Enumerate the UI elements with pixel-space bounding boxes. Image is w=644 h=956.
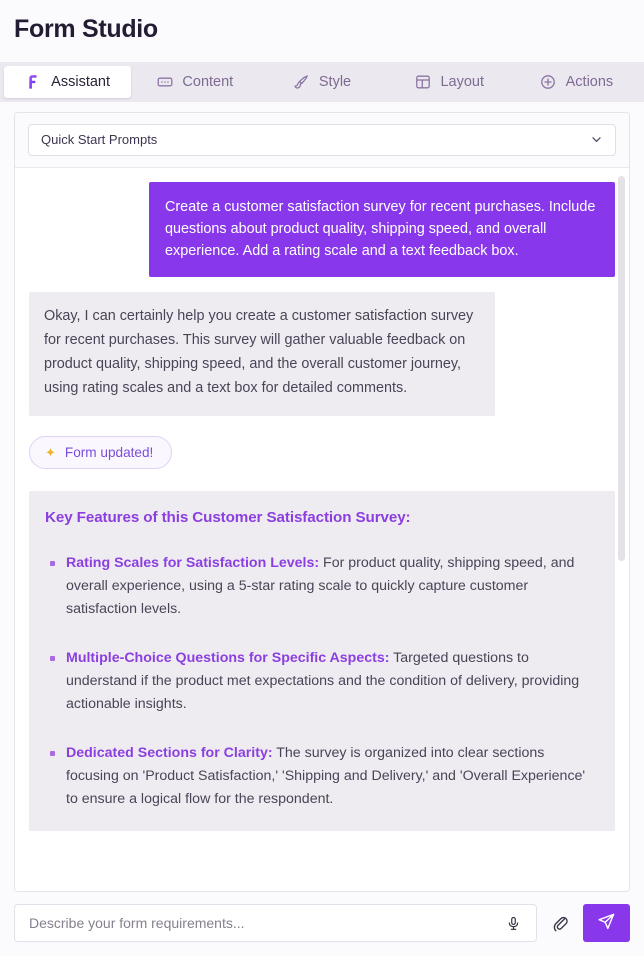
key-features-list: Rating Scales for Satisfaction Levels: F… bbox=[45, 552, 599, 811]
form-updated-badge[interactable]: ✦ Form updated! bbox=[29, 436, 173, 470]
key-features-card: Key Features of this Customer Satisfacti… bbox=[29, 491, 615, 832]
plus-circle-icon bbox=[540, 73, 557, 90]
assistant-panel: Quick Start Prompts Create a customer sa… bbox=[14, 111, 630, 892]
prompt-input[interactable] bbox=[29, 915, 502, 931]
quick-start-prompts-select[interactable]: Quick Start Prompts bbox=[28, 123, 616, 156]
tab-label: Style bbox=[318, 73, 352, 90]
page-title: Form Studio bbox=[14, 15, 158, 43]
send-button[interactable] bbox=[583, 904, 630, 942]
prompt-input-wrapper[interactable] bbox=[14, 904, 537, 942]
form-studio-app: Form Studio Assistant Content Style Layo… bbox=[0, 0, 644, 956]
text-field-icon bbox=[156, 73, 173, 90]
tab-bar: Assistant Content Style Layout Actions bbox=[0, 61, 644, 102]
message-row-assistant: Okay, I can certainly help you create a … bbox=[29, 277, 615, 417]
feature-label: Multiple-Choice Questions for Specific A… bbox=[66, 650, 390, 667]
tab-label: Content bbox=[182, 73, 234, 90]
tab-layout[interactable]: Layout bbox=[386, 66, 513, 98]
feature-label: Rating Scales for Satisfaction Levels: bbox=[66, 555, 320, 572]
assistant-logo-icon bbox=[25, 73, 42, 90]
tab-label: Layout bbox=[440, 73, 484, 90]
key-features-title: Key Features of this Customer Satisfacti… bbox=[45, 509, 411, 527]
paintbrush-icon bbox=[293, 73, 310, 90]
chat-scrollbar-thumb[interactable] bbox=[618, 175, 625, 561]
list-item: Dedicated Sections for Clarity: The surv… bbox=[45, 742, 599, 811]
layout-panel-icon bbox=[414, 73, 431, 90]
app-header: Form Studio bbox=[0, 0, 644, 54]
message-row-user: Create a customer satisfaction survey fo… bbox=[29, 181, 615, 278]
message-row-status: ✦ Form updated! bbox=[29, 416, 615, 470]
tab-content[interactable]: Content bbox=[131, 66, 258, 98]
chat-scrollbar[interactable] bbox=[618, 175, 625, 884]
quick-start-prompts-label: Quick Start Prompts bbox=[41, 132, 158, 147]
sparkle-icon: ✦ bbox=[45, 445, 56, 461]
list-item: Multiple-Choice Questions for Specific A… bbox=[45, 647, 599, 716]
assistant-message-bubble: Okay, I can certainly help you create a … bbox=[29, 292, 495, 417]
feature-label: Dedicated Sections for Clarity: bbox=[66, 745, 273, 762]
tab-label: Actions bbox=[565, 73, 614, 90]
send-paper-plane-icon bbox=[597, 912, 616, 934]
user-message-bubble: Create a customer satisfaction survey fo… bbox=[149, 181, 615, 278]
microphone-icon[interactable] bbox=[502, 912, 524, 934]
chevron-down-icon bbox=[589, 133, 603, 147]
list-item: Rating Scales for Satisfaction Levels: F… bbox=[45, 552, 599, 621]
composer-bar bbox=[0, 892, 644, 956]
tab-label: Assistant bbox=[51, 73, 111, 90]
form-updated-label: Form updated! bbox=[64, 445, 154, 461]
tab-actions[interactable]: Actions bbox=[513, 66, 640, 98]
tab-style[interactable]: Style bbox=[258, 66, 385, 98]
paperclip-icon[interactable] bbox=[548, 911, 572, 935]
chat-messages: Create a customer satisfaction survey fo… bbox=[15, 168, 629, 832]
quickstart-section: Quick Start Prompts bbox=[15, 112, 629, 168]
chat-scroll-area[interactable]: Create a customer satisfaction survey fo… bbox=[15, 167, 629, 891]
tab-assistant[interactable]: Assistant bbox=[4, 65, 132, 98]
